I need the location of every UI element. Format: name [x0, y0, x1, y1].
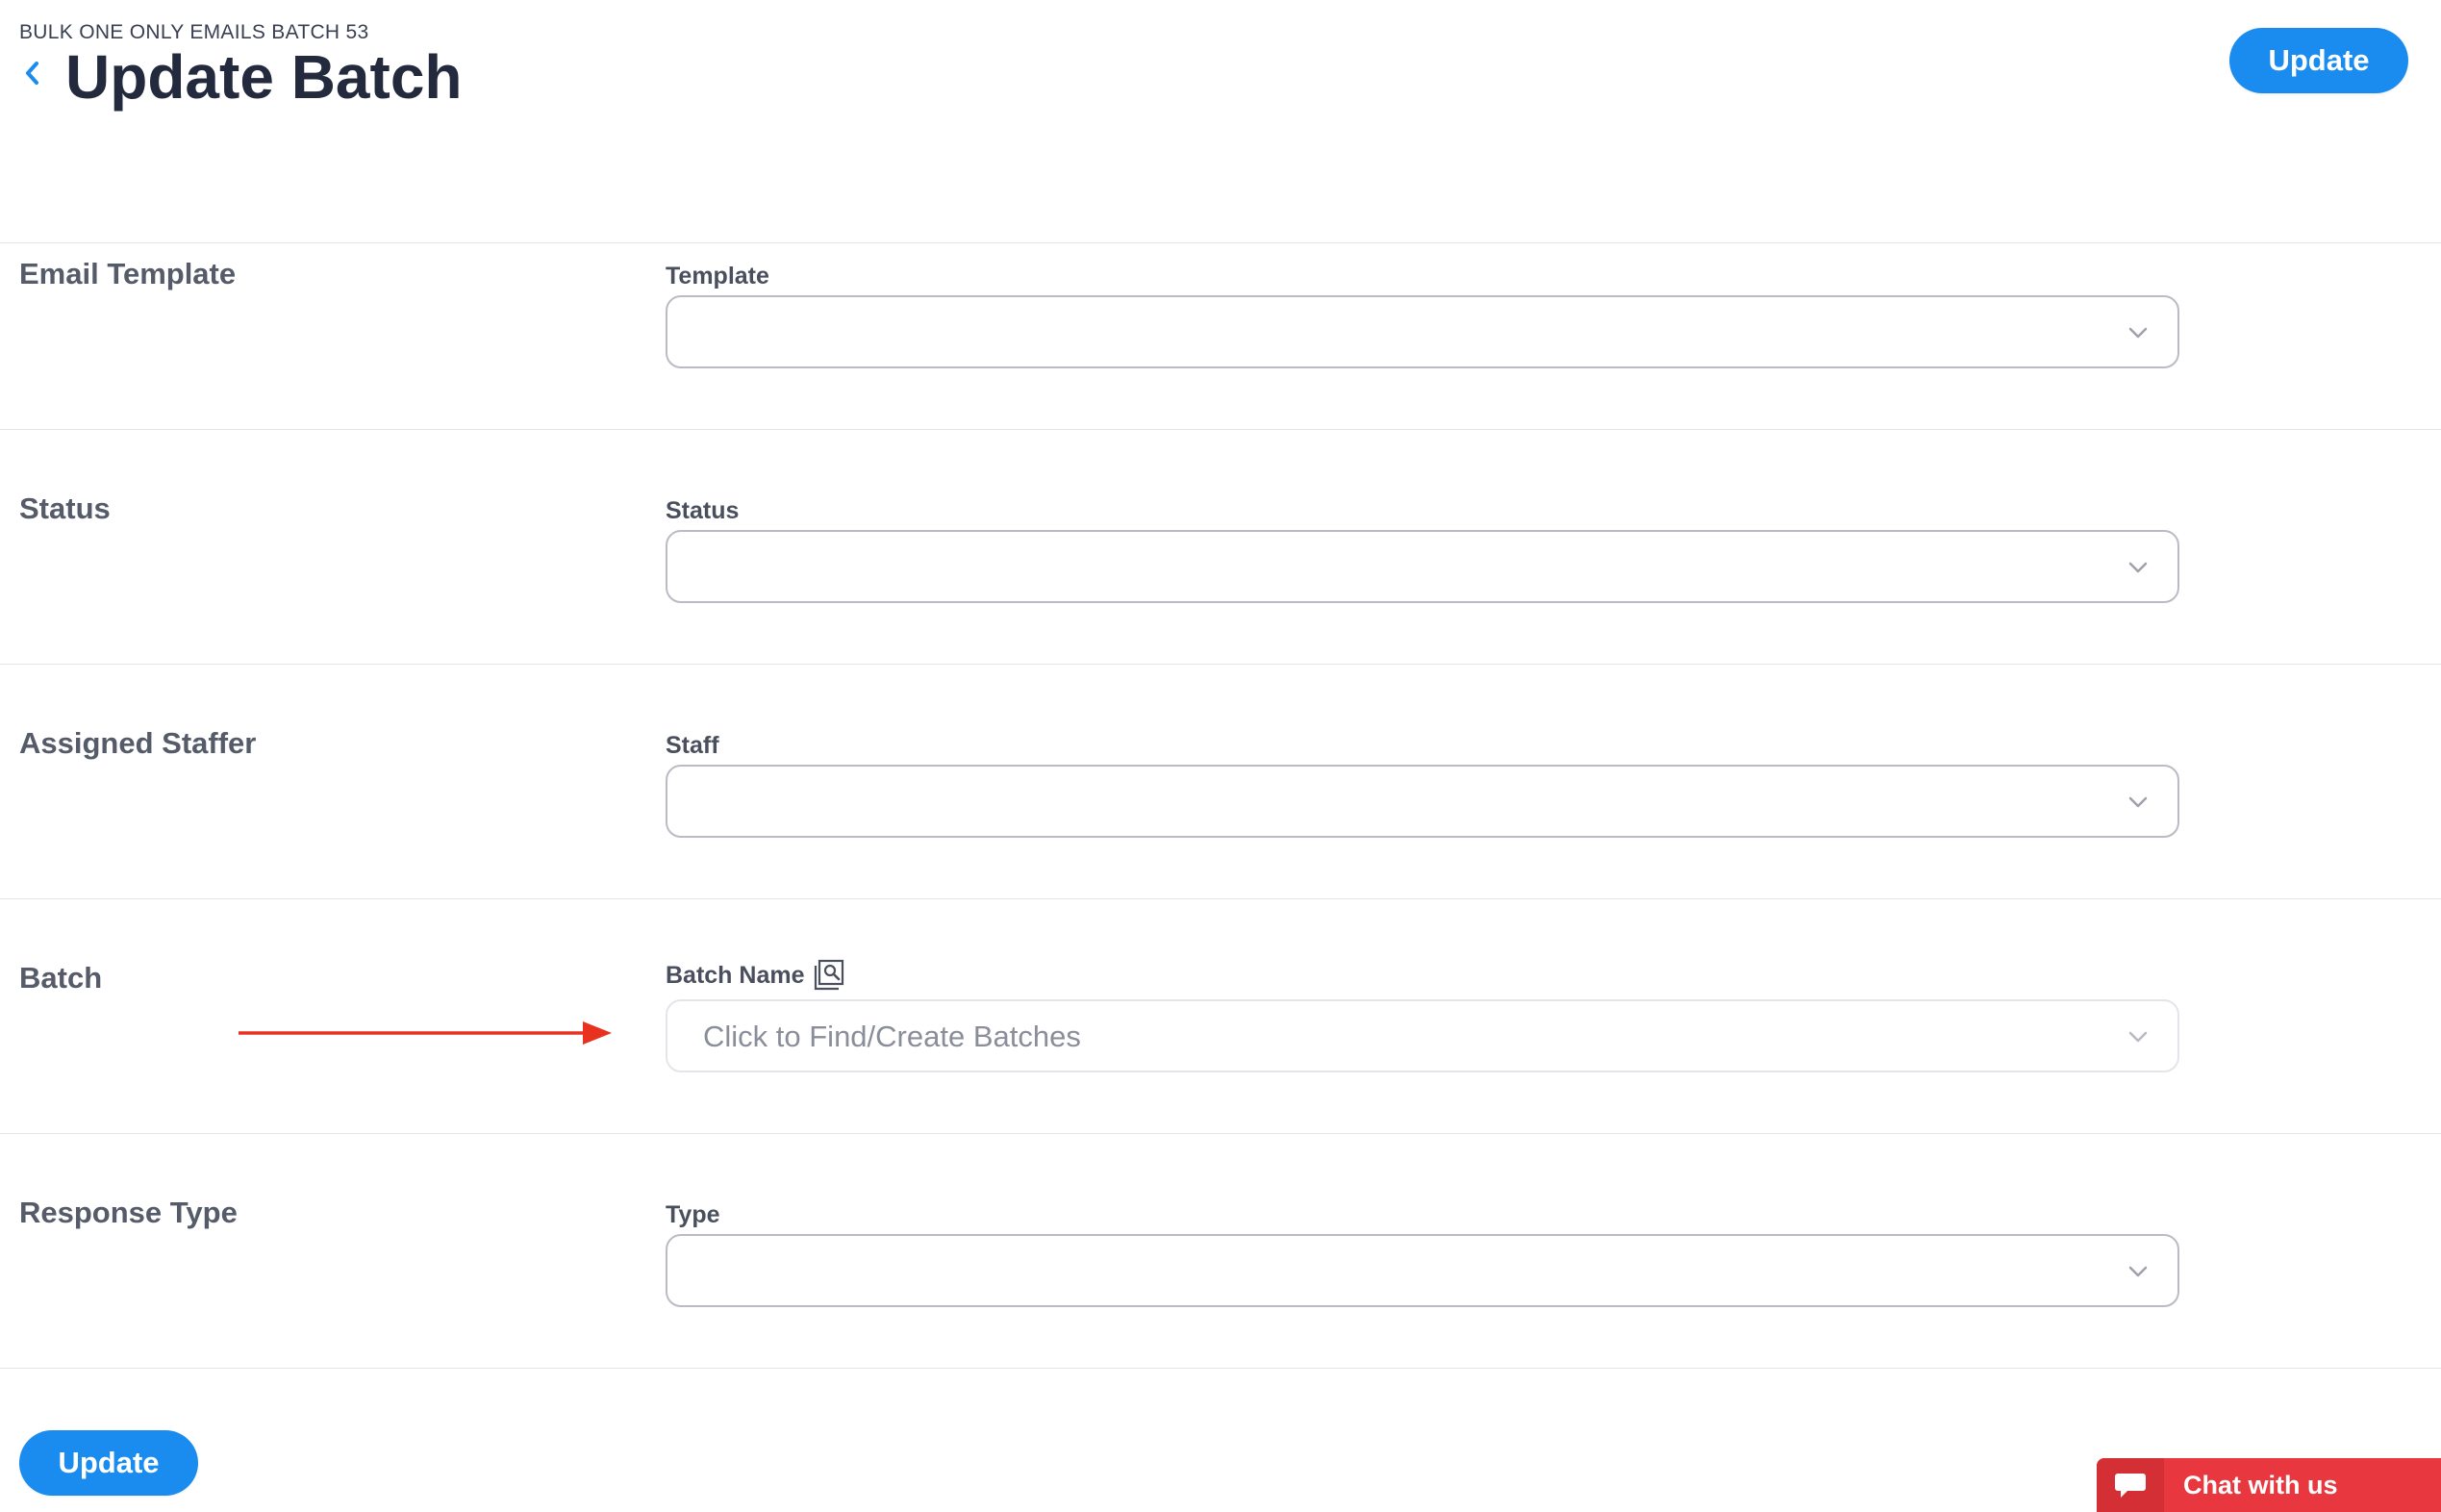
- chat-label: Chat with us: [2183, 1470, 2338, 1499]
- template-select[interactable]: [666, 295, 2179, 368]
- chevron-left-icon: [26, 62, 38, 85]
- chevron-down-icon: [2128, 1266, 2148, 1277]
- update-button-top[interactable]: Update: [2229, 28, 2408, 93]
- template-label-text: Template: [666, 263, 769, 290]
- section-label: Status: [19, 491, 111, 525]
- annotation-arrow: [239, 1021, 612, 1045]
- status-select[interactable]: [666, 530, 2179, 603]
- section-label: Batch: [19, 961, 103, 995]
- divider: [0, 1368, 2441, 1369]
- batch-name-label-text: Batch Name: [666, 961, 805, 989]
- type-select[interactable]: [666, 1234, 2179, 1307]
- template-field-label: Template: [666, 263, 769, 290]
- staff-field-label: Staff: [666, 732, 719, 760]
- type-label-text: Type: [666, 1201, 720, 1228]
- chevron-down-icon: [2128, 327, 2148, 339]
- status-label-text: Status: [666, 497, 740, 524]
- section-response-type: Response Type Type: [0, 1133, 2441, 1368]
- chevron-down-icon: [2128, 1031, 2148, 1043]
- back-button[interactable]: [19, 58, 44, 88]
- lookup-button[interactable]: [813, 959, 845, 992]
- update-batch-page: BULK ONE ONLY EMAILS BATCH 53 Update Bat…: [0, 0, 2441, 1512]
- chat-icon-container: [2097, 1458, 2164, 1512]
- page-title: Update Batch: [65, 42, 463, 112]
- section-assigned-staffer: Assigned Staffer Staff: [0, 664, 2441, 898]
- section-label: Email Template: [19, 257, 237, 290]
- update-button-bottom[interactable]: Update: [19, 1430, 198, 1496]
- section-status: Status Status: [0, 429, 2441, 664]
- section-batch: Batch Batch Name Click to Find/Create Ba…: [0, 898, 2441, 1133]
- staff-select[interactable]: [666, 765, 2179, 838]
- staff-label-text: Staff: [666, 732, 719, 759]
- batch-name-placeholder: Click to Find/Create Batches: [703, 1020, 1081, 1053]
- chat-bubble-icon: [2115, 1474, 2146, 1498]
- status-field-label: Status: [666, 497, 739, 525]
- section-label: Assigned Staffer: [19, 726, 257, 760]
- chat-widget-button[interactable]: Chat with us: [2097, 1458, 2441, 1512]
- chevron-down-icon: [2128, 796, 2148, 808]
- batch-name-select[interactable]: Click to Find/Create Batches: [666, 999, 2179, 1072]
- section-label: Response Type: [19, 1196, 238, 1229]
- search-document-icon: [814, 959, 843, 991]
- batch-name-field-label: Batch Name: [666, 959, 845, 992]
- type-field-label: Type: [666, 1201, 720, 1229]
- chevron-down-icon: [2128, 562, 2148, 573]
